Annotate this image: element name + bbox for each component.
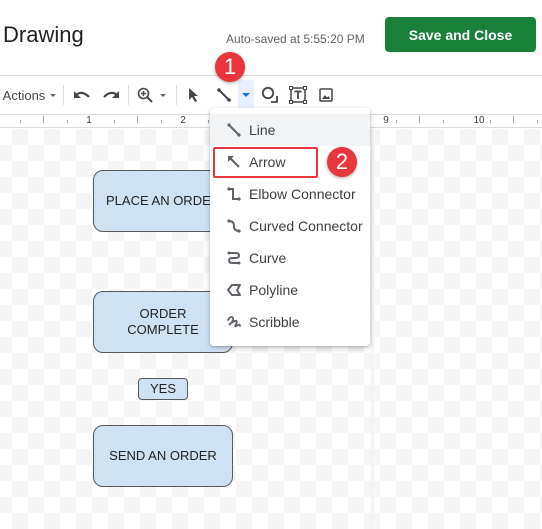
ruler-tick	[490, 120, 491, 123]
toolbar: Actions	[0, 80, 542, 110]
ruler-tick	[396, 120, 397, 123]
ruler-tick	[43, 116, 44, 123]
shape-label: COMPLETE	[127, 322, 199, 337]
caret-down-icon	[50, 94, 57, 97]
ruler-label: 10	[473, 115, 485, 126]
caret-down-icon	[160, 94, 166, 97]
ruler-tick	[208, 120, 209, 123]
menu-item-scribble[interactable]: Scribble	[210, 306, 370, 338]
line-tool-button[interactable]	[210, 80, 238, 110]
line-type-menu: Line Arrow Elbow Connector Curved Connec…	[210, 108, 370, 346]
caret-down-icon	[242, 93, 250, 97]
arrow-highlight-box	[213, 147, 318, 178]
image-icon	[319, 88, 333, 102]
ruler-tick	[161, 120, 162, 123]
undo-button[interactable]	[70, 80, 94, 110]
menu-item-curved-connector[interactable]: Curved Connector	[210, 210, 370, 242]
drawing-editor: Drawing Auto-saved at 5:55:20 PM Save an…	[0, 0, 542, 529]
shape-yes[interactable]: YES	[138, 378, 188, 400]
shape-label: SEND AN ORDER	[109, 448, 217, 463]
menu-item-label: Curved Connector	[249, 218, 363, 234]
ruler-tick	[20, 120, 21, 123]
shape-button[interactable]	[259, 80, 281, 110]
polyline-icon	[227, 284, 241, 296]
ruler-tick	[419, 116, 420, 123]
shape-label: PLACE AN ORDER	[106, 193, 221, 208]
autosave-status: Auto-saved at 5:55:20 PM	[226, 32, 365, 46]
menu-item-label: Scribble	[249, 314, 300, 330]
menu-item-label: Curve	[249, 250, 287, 266]
ruler-tick	[537, 120, 538, 123]
line-icon	[227, 123, 241, 137]
step-badge-1: 1	[215, 52, 245, 82]
curved-connector-icon	[227, 219, 241, 233]
menu-item-label: Line	[249, 122, 276, 138]
text-box-button[interactable]	[287, 80, 309, 110]
redo-icon	[103, 91, 119, 98]
step-badge-2: 2	[327, 147, 357, 177]
save-and-close-button[interactable]: Save and Close	[385, 17, 536, 52]
toolbar-separator	[176, 85, 177, 105]
canvas-page-edge	[371, 129, 375, 529]
line-icon	[217, 88, 231, 102]
ruler-tick	[67, 120, 68, 123]
toolbar-separator	[63, 85, 64, 105]
ruler-tick	[513, 116, 514, 123]
scribble-icon	[227, 315, 241, 328]
select-button[interactable]	[184, 80, 204, 110]
text-box-icon	[289, 86, 307, 104]
ruler-tick	[443, 120, 444, 123]
curve-icon	[227, 251, 241, 265]
ruler-tick	[137, 116, 138, 123]
ruler-label: 1	[86, 115, 92, 126]
shape-label: YES	[149, 381, 176, 396]
cursor-icon	[189, 88, 198, 102]
line-dropdown-button[interactable]	[238, 80, 254, 110]
menu-item-label: Elbow Connector	[249, 186, 356, 202]
header-divider	[0, 75, 542, 76]
actions-menu-button[interactable]: Actions	[2, 80, 58, 110]
shape-icon	[261, 86, 278, 103]
toolbar-separator	[128, 85, 129, 105]
shape-send-an-order[interactable]: SEND AN ORDER	[93, 425, 233, 487]
image-button[interactable]	[316, 80, 336, 110]
menu-item-elbow-connector[interactable]: Elbow Connector	[210, 178, 370, 210]
elbow-connector-icon	[227, 187, 241, 201]
dialog-title: Drawing	[3, 22, 84, 47]
shape-label: ORDER	[139, 306, 187, 321]
zoom-button[interactable]	[134, 80, 170, 110]
zoom-in-icon	[137, 87, 153, 103]
redo-button[interactable]	[99, 80, 123, 110]
ruler-tick	[114, 120, 115, 123]
menu-item-polyline[interactable]: Polyline	[210, 274, 370, 306]
ruler-label: 9	[383, 115, 389, 126]
ruler-label: 2	[180, 115, 186, 126]
actions-label: Actions	[2, 87, 46, 103]
menu-item-label: Polyline	[249, 282, 299, 298]
undo-icon	[74, 91, 90, 98]
menu-item-curve[interactable]: Curve	[210, 242, 370, 274]
menu-item-line[interactable]: Line	[210, 114, 370, 146]
